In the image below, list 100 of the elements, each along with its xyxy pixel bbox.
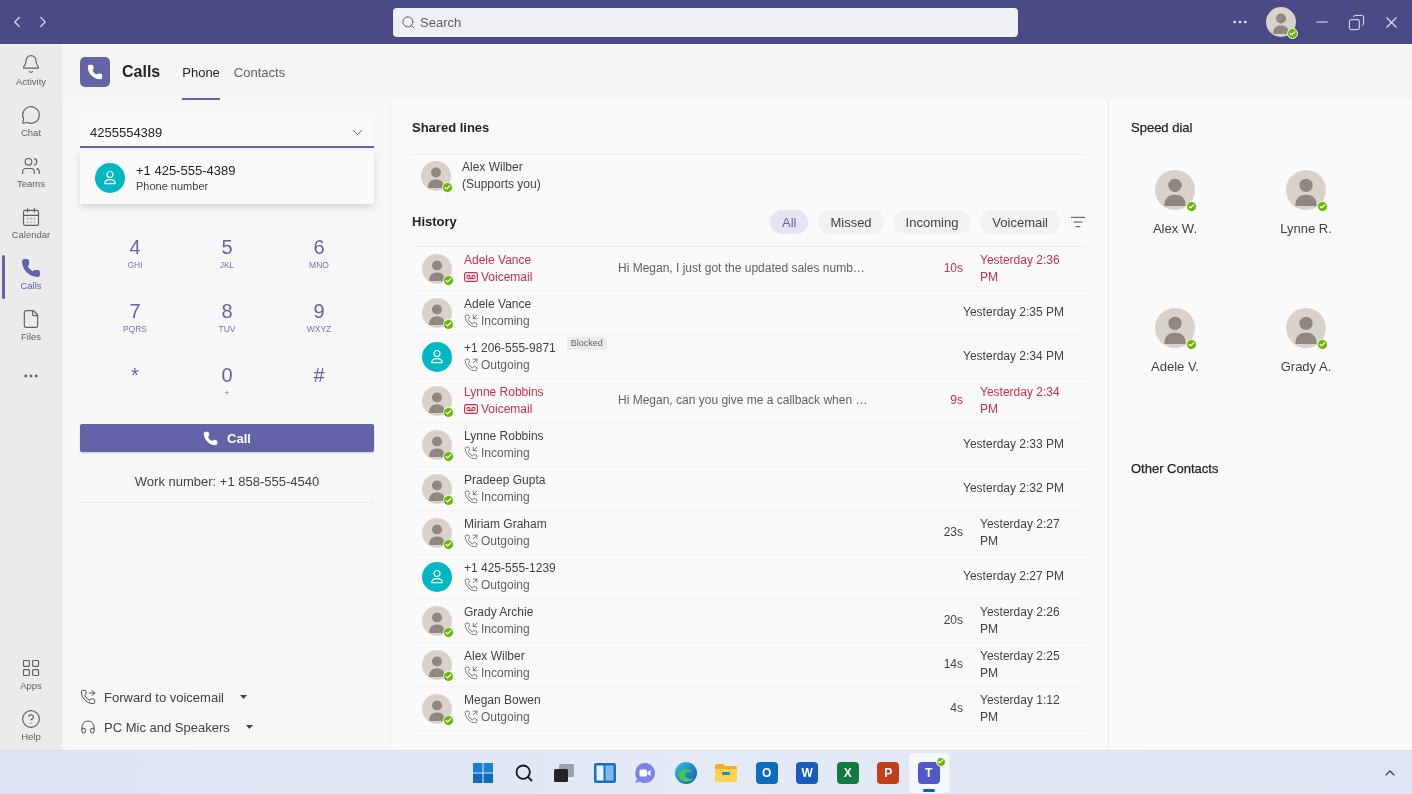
call-type: Outgoing [481, 356, 530, 374]
suggestion-number: +1 425-555-4389 [136, 162, 236, 179]
bell-icon [21, 54, 41, 74]
call-type: Incoming [481, 620, 530, 638]
contact-note: (Supports you) [462, 176, 541, 193]
rail-item[interactable]: Calendar [0, 197, 62, 248]
contact-name[interactable]: Miriam Graham [464, 515, 547, 533]
contact-name[interactable]: +1 206-555-9871 [464, 339, 556, 357]
avatar-icon [422, 473, 452, 504]
call-button[interactable]: Call [80, 424, 374, 452]
keypad-key[interactable]: * [89, 363, 181, 401]
taskbar-button[interactable]: P [868, 752, 909, 793]
avatar-icon [422, 253, 452, 284]
rail-item[interactable]: Files [0, 299, 62, 350]
folder-icon [715, 763, 738, 782]
phone-icon [21, 258, 41, 278]
contact-name: Alex Wilber [462, 159, 524, 176]
keypad-key[interactable]: # [273, 363, 365, 401]
people-icon [21, 156, 41, 176]
swirl-icon [674, 761, 697, 784]
suggestion-item[interactable]: +1 425-555-4389 Phone number [80, 151, 374, 204]
contact-name[interactable]: Adele Vance [464, 295, 532, 313]
key-letters: PQRS [122, 323, 148, 335]
contact-name[interactable]: Lynne Robbins [464, 427, 544, 445]
outgoing-call-icon [464, 710, 478, 724]
call-time: Yesterday 2:34 PM [980, 383, 1061, 418]
key-digit: 7 [129, 299, 141, 323]
call-duration: 23s [943, 524, 963, 541]
contact-name[interactable]: Adele Vance [464, 251, 532, 269]
call-type: Outgoing [481, 576, 530, 594]
taskbar-button[interactable]: X [827, 752, 868, 793]
keypad-key[interactable]: 4 GHI [89, 235, 181, 273]
contact-name[interactable]: Pradeep Gupta [464, 471, 546, 489]
incoming-call-icon [464, 446, 478, 460]
rail-item[interactable]: Calls [0, 248, 62, 299]
taskbar-button[interactable]: W [787, 752, 828, 793]
avatar-icon [422, 693, 452, 724]
call-time: Yesterday 2:27 PM [963, 568, 1064, 585]
call-type: Outgoing [481, 708, 530, 726]
section-title: Speed dial [1131, 119, 1194, 137]
voicemail-icon [464, 272, 478, 282]
call-type: Incoming [481, 312, 530, 330]
keypad-key[interactable]: 8 TUV [181, 299, 273, 337]
call-time: Yesterday 2:36 PM [980, 251, 1061, 286]
keypad-key[interactable]: 7 PQRS [89, 299, 181, 337]
voicemail-preview: Hi Megan, can you give me a callback when … [618, 392, 869, 409]
keypad-key[interactable]: 9 WXYZ [273, 299, 365, 337]
speed-dial-contact[interactable]: Adele V. [1131, 308, 1219, 375]
call-time: Yesterday 1:12 PM [980, 691, 1061, 726]
file-icon [21, 309, 41, 329]
filter-icon[interactable] [1070, 214, 1086, 230]
help-icon [21, 709, 41, 729]
headset-icon [80, 719, 96, 735]
taskbar-button[interactable]: O [746, 752, 787, 793]
widget-panels-icon [593, 762, 616, 783]
contact-name[interactable]: Megan Bowen [464, 691, 541, 709]
contact-icon [95, 162, 125, 193]
filter-pill[interactable]: Voicemail [980, 210, 1060, 234]
filter-pill[interactable]: Missed [818, 210, 884, 234]
phone-forward-icon [80, 689, 96, 705]
filter-pill[interactable]: All [769, 210, 809, 234]
rail-item[interactable]: Chat [0, 95, 62, 146]
tab[interactable]: Contacts [233, 44, 286, 100]
key-letters: GHI [127, 259, 143, 271]
outgoing-call-icon [464, 578, 478, 592]
settings-dropdown[interactable]: Forward to voicemail [80, 682, 247, 712]
keypad-key[interactable]: 5 JKL [181, 235, 273, 273]
contact-name[interactable]: +1 425-555-1239 [464, 559, 556, 577]
speed-dial-contact[interactable]: Lynne R. [1262, 170, 1350, 237]
contact-name[interactable]: Grady Archie [464, 603, 534, 621]
app-logo: X [836, 761, 859, 784]
filter-pill[interactable]: Incoming [893, 210, 971, 234]
keypad-key[interactable]: 0 + [181, 363, 273, 401]
taskbar-button[interactable]: T [908, 752, 949, 793]
key-digit: * [131, 363, 139, 387]
call-duration: 14s [943, 656, 963, 673]
call-type: Incoming [481, 444, 530, 462]
settings-dropdown[interactable]: PC Mic and Speakers [80, 712, 253, 742]
rail-item[interactable]: Help [0, 699, 62, 750]
contact-name[interactable]: Alex Wilber [464, 647, 525, 665]
caret-icon [245, 725, 253, 729]
section-title: Shared lines [412, 119, 491, 137]
contact-name[interactable]: Lynne Robbins [464, 383, 544, 401]
rail-item[interactable]: Activity [0, 44, 62, 95]
key-digit: # [313, 363, 325, 387]
rail-item[interactable]: Apps [0, 648, 62, 699]
key-letters: + [224, 387, 230, 399]
speed-dial-contact[interactable]: Grady A. [1262, 308, 1350, 375]
search-icon [513, 762, 534, 783]
key-letters: TUV [218, 323, 236, 335]
key-digit: 4 [129, 235, 141, 259]
rail-item[interactable]: Teams [0, 146, 62, 197]
call-time: Yesterday 2:33 PM [963, 436, 1064, 453]
keypad-key[interactable]: 6 MNO [273, 235, 365, 273]
restore-icon[interactable] [1348, 13, 1365, 31]
speed-dial-contact[interactable]: Alex W. [1131, 170, 1219, 237]
call-time: Yesterday 2:35 PM [963, 304, 1064, 321]
phone-icon [203, 430, 219, 446]
call-duration: 10s [943, 260, 963, 277]
search-field[interactable]: Search [393, 7, 1018, 37]
